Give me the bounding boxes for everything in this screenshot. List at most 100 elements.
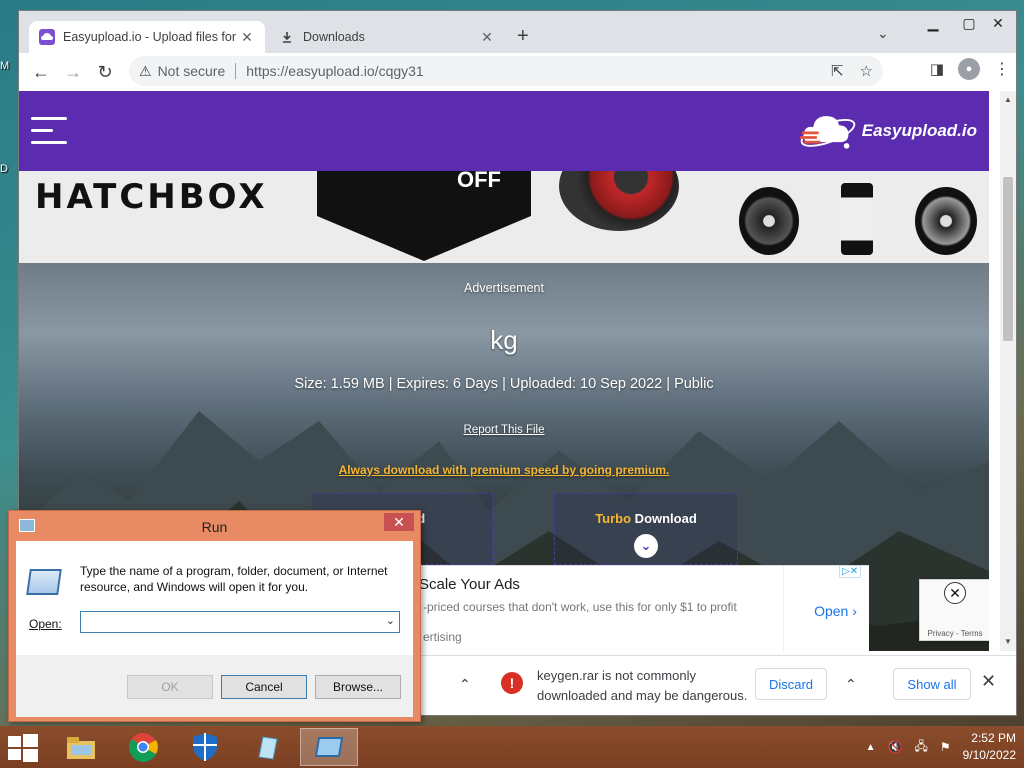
logo-text: Easyupload.io xyxy=(861,121,977,140)
ad-off-text: OFF xyxy=(457,171,501,192)
adchoices-icon[interactable]: ▷✕ xyxy=(839,565,862,578)
download-icon xyxy=(279,29,295,45)
site-logo[interactable]: Easyupload.io xyxy=(798,105,977,157)
run-body: Type the name of a program, folder, docu… xyxy=(16,541,413,655)
resin-bottle-image xyxy=(841,183,873,255)
action-center-icon[interactable]: ⚑ xyxy=(940,740,951,754)
close-icon[interactable]: ✕ xyxy=(479,29,495,46)
address-bar[interactable]: ⚠ Not secure https://easyupload.io/cqgy3… xyxy=(129,56,883,86)
url-text[interactable]: https://easyupload.io/cqgy31 xyxy=(246,63,423,79)
download-warning-text: keygen.rar is not commonly downloaded an… xyxy=(537,666,747,706)
ad-headline: Scale Your Ads xyxy=(419,576,520,593)
premium-link[interactable]: Always download with premium speed by go… xyxy=(19,463,989,477)
chevron-up-icon[interactable]: ⌃ xyxy=(845,676,857,693)
run-dialog: Run ✕ Type the name of a program, folder… xyxy=(8,510,421,722)
ad-open-button[interactable]: Open › xyxy=(783,566,887,651)
scroll-down-icon[interactable]: ▼ xyxy=(1004,637,1012,646)
run-title: Run xyxy=(201,519,228,535)
cloud-logo-icon xyxy=(799,116,856,149)
tab-title: Easyupload.io - Upload files for f xyxy=(63,30,239,44)
ad-text: ertising xyxy=(423,630,462,644)
tab-easyupload[interactable]: Easyupload.io - Upload files for f ✕ xyxy=(29,21,265,53)
divider xyxy=(235,63,237,79)
run-description: Type the name of a program, folder, docu… xyxy=(80,564,388,594)
ad-open-label: Open xyxy=(814,603,849,619)
browse-button[interactable]: Browse... xyxy=(315,675,401,699)
chevron-up-icon[interactable]: ⌃ xyxy=(459,676,471,693)
close-icon[interactable]: ✕ xyxy=(384,513,414,531)
windows-start-icon[interactable] xyxy=(8,734,38,762)
turbo-download-button[interactable]: Turbo Download ⌄ xyxy=(554,493,738,565)
download-warning-line: keygen.rar is not commonly xyxy=(537,668,696,683)
bookmark-star-icon[interactable]: ☆ xyxy=(860,62,873,80)
turbo-word: Turbo xyxy=(595,511,632,526)
show-all-button[interactable]: Show all xyxy=(893,668,971,700)
open-input[interactable]: ⌄ xyxy=(80,611,400,633)
speaker-muted-icon[interactable]: 🔇 xyxy=(888,740,903,754)
windows-defender-icon[interactable] xyxy=(176,728,234,766)
recaptcha-terms[interactable]: Privacy - Terms xyxy=(920,629,989,638)
danger-icon: ! xyxy=(501,672,523,694)
run-title-bar[interactable]: Run ✕ xyxy=(9,511,420,541)
profile-avatar-icon[interactable]: ● xyxy=(958,58,980,80)
chevron-right-icon: › xyxy=(852,603,857,619)
side-panel-icon[interactable]: ◨ xyxy=(930,60,944,78)
clock[interactable]: 2:52 PM 9/10/2022 xyxy=(963,730,1016,764)
bottom-ad[interactable]: Scale Your Ads -priced courses that don'… xyxy=(419,565,869,651)
clock-date: 9/10/2022 xyxy=(962,748,1016,762)
run-footer: OK Cancel Browse... xyxy=(16,655,413,717)
scroll-up-icon[interactable]: ▲ xyxy=(1004,95,1012,104)
download-warning-line: downloaded and may be dangerous. xyxy=(537,688,748,703)
open-label: Open: xyxy=(29,617,62,631)
file-name: kg xyxy=(490,325,518,355)
reload-icon[interactable]: ↻ xyxy=(89,56,121,88)
close-window-icon[interactable]: ✕ xyxy=(981,11,1015,35)
chevron-down-icon[interactable]: ⌄ xyxy=(877,25,889,42)
chrome-icon[interactable] xyxy=(114,728,172,766)
taskbar: ▲ 🔇 🖧 ⚑ 2:52 PM 9/10/2022 xyxy=(0,726,1024,768)
filament-spool-image xyxy=(559,171,679,231)
chevron-down-icon[interactable]: ⌄ xyxy=(386,614,395,627)
chevron-up-icon[interactable]: ▲ xyxy=(866,742,876,753)
close-icon[interactable]: ✕ xyxy=(239,29,255,46)
warning-icon[interactable]: ⚠ xyxy=(139,63,152,80)
recaptcha-badge[interactable]: ✕ Privacy - Terms xyxy=(919,579,989,641)
back-icon[interactable]: ← xyxy=(25,56,57,88)
turbo-download-label: Download xyxy=(631,511,697,526)
network-icon[interactable]: 🖧 xyxy=(914,737,927,758)
filament-spool-image xyxy=(739,187,799,255)
ad-brand: HATCHBOX xyxy=(35,177,268,217)
minimize-icon[interactable]: ▁ xyxy=(915,11,951,35)
file-explorer-icon[interactable] xyxy=(52,728,110,766)
hamburger-menu-icon[interactable] xyxy=(31,117,67,153)
report-file-link[interactable]: Report This File xyxy=(19,424,989,436)
new-tab-button[interactable]: + xyxy=(517,25,529,48)
share-icon[interactable]: ⇱ xyxy=(831,62,844,80)
security-label[interactable]: Not secure xyxy=(158,63,226,79)
file-meta: Size: 1.59 MB | Expires: 6 Days | Upload… xyxy=(294,376,714,392)
tab-downloads[interactable]: Downloads ✕ xyxy=(269,21,505,53)
forward-icon[interactable]: → xyxy=(57,56,89,88)
run-program-icon xyxy=(26,569,62,595)
menu-kebab-icon[interactable]: ⋮ xyxy=(994,59,1010,79)
tab-bar: Easyupload.io - Upload files for f ✕ Dow… xyxy=(19,11,1016,53)
page-scrollbar[interactable]: ▲ ▼ xyxy=(1000,91,1016,651)
desktop-icon-label[interactable]: M xyxy=(0,60,9,72)
close-icon[interactable]: ✕ xyxy=(944,582,966,604)
close-icon[interactable]: ✕ xyxy=(981,671,996,692)
easyupload-icon xyxy=(39,29,55,45)
desktop-icon-label[interactable]: D xyxy=(0,163,8,175)
discard-button[interactable]: Discard xyxy=(755,668,827,700)
scroll-thumb[interactable] xyxy=(1003,177,1013,341)
ad-text: -priced courses that don't work, use thi… xyxy=(423,600,737,614)
run-taskbar-icon[interactable] xyxy=(300,728,358,766)
system-tray: ▲ 🔇 🖧 ⚑ 2:52 PM 9/10/2022 xyxy=(866,730,1016,764)
browser-toolbar: ← → ↻ ⚠ Not secure https://easyupload.io… xyxy=(19,53,1016,91)
chevron-down-icon[interactable]: ⌄ xyxy=(634,534,658,558)
tab-title: Downloads xyxy=(303,30,365,44)
clock-time: 2:52 PM xyxy=(971,731,1016,745)
notepad-icon[interactable] xyxy=(238,728,296,766)
top-ad-banner[interactable]: HATCHBOX OFF xyxy=(19,171,989,263)
ok-button[interactable]: OK xyxy=(127,675,213,699)
cancel-button[interactable]: Cancel xyxy=(221,675,307,699)
